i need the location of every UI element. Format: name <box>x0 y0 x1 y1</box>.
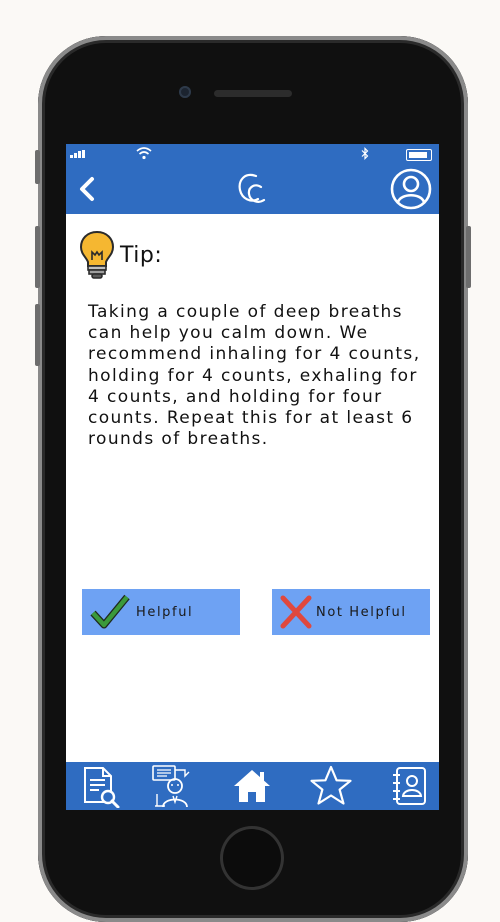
tip-title: Tip: <box>120 242 163 268</box>
wifi-icon <box>136 147 152 160</box>
front-camera <box>179 86 191 98</box>
home-icon[interactable] <box>230 764 274 808</box>
contacts-icon[interactable] <box>388 764 432 808</box>
back-button[interactable] <box>74 174 104 204</box>
lightbulb-icon <box>80 230 114 279</box>
x-mark-icon <box>280 595 312 629</box>
volume-down-button <box>35 304 40 366</box>
bottom-tab-bar <box>66 762 439 810</box>
document-search-icon[interactable] <box>79 764 123 808</box>
bluetooth-icon <box>361 147 369 160</box>
tip-body-text: Taking a couple of deep breaths can help… <box>88 302 421 450</box>
signal-icon <box>70 150 85 158</box>
not-helpful-label: Not Helpful <box>316 604 407 620</box>
power-button <box>466 226 471 288</box>
app-header <box>66 164 439 214</box>
helpful-button[interactable]: Helpful <box>82 589 240 635</box>
volume-up-button <box>35 226 40 288</box>
app-screen: Tip: Taking a couple of deep breaths can… <box>66 144 439 810</box>
helpful-label: Helpful <box>136 604 194 620</box>
therapist-icon[interactable] <box>151 764 195 808</box>
profile-button[interactable] <box>389 167 433 211</box>
not-helpful-button[interactable]: Not Helpful <box>272 589 430 635</box>
mute-switch <box>35 150 40 184</box>
cc-logo-icon <box>238 173 266 203</box>
tip-header: Tip: <box>80 230 162 280</box>
earpiece-speaker <box>214 90 292 97</box>
status-bar <box>66 144 439 164</box>
home-hardware-button[interactable] <box>220 826 284 890</box>
star-icon[interactable] <box>309 764 353 808</box>
checkmark-icon <box>90 594 130 629</box>
battery-icon <box>406 149 432 161</box>
